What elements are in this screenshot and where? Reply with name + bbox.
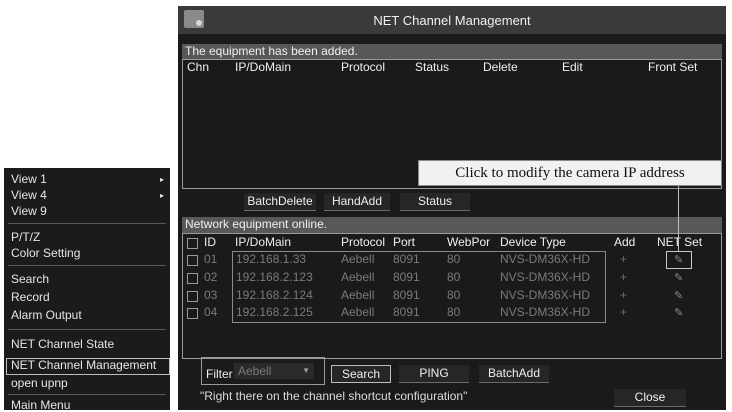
row-protocol: Aebell	[341, 288, 375, 302]
row-ip: 192.168.1.33	[236, 252, 307, 266]
net-channel-management-window: NET Channel Management The equipment has…	[178, 6, 726, 410]
row-port: 8091	[393, 252, 420, 266]
batch-add-button[interactable]: BatchAdd	[479, 365, 549, 383]
menu-divider	[8, 265, 166, 266]
menu-item-net-channel-state[interactable]: NET Channel State	[11, 337, 114, 351]
row-ip: 192.168.2.125	[236, 305, 313, 319]
menu-item-ptz[interactable]: P/T/Z	[11, 230, 40, 244]
row-device-type: NVS-DM36X-HD	[500, 252, 591, 266]
row-protocol: Aebell	[341, 305, 375, 319]
close-button[interactable]: Close	[614, 389, 686, 407]
row-checkbox[interactable]	[187, 273, 198, 284]
row-ip: 192.168.2.124	[236, 288, 313, 302]
add-icon[interactable]: +	[620, 305, 627, 319]
menu-item-record[interactable]: Record	[11, 290, 50, 304]
row-protocol: Aebell	[341, 252, 375, 266]
added-section-header: The equipment has been added.	[182, 44, 722, 60]
row-id: 01	[204, 252, 218, 266]
menu-item-net-channel-management[interactable]: NET Channel Management	[11, 358, 156, 372]
hint-text: "Right there on the channel shortcut con…	[200, 389, 468, 403]
menu-divider	[8, 329, 166, 330]
menu-divider	[8, 394, 166, 395]
menu-item-color-setting[interactable]: Color Setting	[11, 246, 80, 260]
add-icon[interactable]: +	[620, 270, 627, 284]
row-protocol: Aebell	[341, 270, 375, 284]
row-id: 03	[204, 288, 218, 302]
pencil-icon[interactable]: ✎	[674, 289, 683, 302]
search-button[interactable]: Search	[331, 365, 391, 383]
submenu-arrow-icon: ▸	[160, 191, 165, 200]
pencil-icon[interactable]: ✎	[674, 253, 683, 266]
row-port: 8091	[393, 305, 420, 319]
row-device-type: NVS-DM36X-HD	[500, 288, 591, 302]
dropdown-arrow-icon: ▼	[302, 366, 310, 375]
menu-divider	[8, 223, 166, 224]
context-menu: View 1 ▸ View 4 ▸ View 9 P/T/Z Color Set…	[4, 168, 170, 412]
row-device-type: NVS-DM36X-HD	[500, 270, 591, 284]
row-checkbox[interactable]	[187, 291, 198, 302]
add-icon[interactable]: +	[620, 252, 627, 266]
menu-item-view-4[interactable]: View 4	[11, 188, 47, 202]
row-checkbox[interactable]	[187, 308, 198, 319]
row-webport: 80	[447, 305, 461, 319]
row-id: 04	[204, 305, 218, 319]
pencil-icon[interactable]: ✎	[674, 271, 683, 284]
row-checkbox[interactable]	[187, 255, 198, 266]
annotation-callout: Click to modify the camera IP address	[418, 160, 722, 186]
filter-box: Aebell ▼	[201, 357, 325, 385]
menu-item-alarm-output[interactable]: Alarm Output	[11, 308, 82, 322]
menu-item-view-9[interactable]: View 9	[11, 204, 47, 218]
online-section-title: Network equipment online.	[185, 217, 328, 231]
row-port: 8091	[393, 270, 420, 284]
menu-item-view-1[interactable]: View 1	[11, 172, 47, 186]
added-section-title: The equipment has been added.	[185, 44, 358, 58]
row-webport: 80	[447, 252, 461, 266]
row-ip: 192.168.2.123	[236, 270, 313, 284]
ping-button[interactable]: PING	[399, 365, 469, 383]
hand-add-button[interactable]: HandAdd	[324, 193, 390, 211]
protocol-filter-select[interactable]: Aebell ▼	[234, 363, 314, 379]
row-id: 02	[204, 270, 218, 284]
callout-pointer-line	[678, 185, 679, 251]
protocol-filter-value: Aebell	[238, 364, 272, 378]
status-button[interactable]: Status	[400, 193, 470, 211]
menu-item-search[interactable]: Search	[11, 272, 49, 286]
window-title: NET Channel Management	[373, 13, 531, 28]
row-webport: 80	[447, 288, 461, 302]
title-bar: NET Channel Management	[178, 6, 726, 34]
submenu-arrow-icon: ▸	[160, 175, 165, 184]
online-section-header: Network equipment online.	[182, 217, 722, 233]
pencil-icon[interactable]: ✎	[674, 306, 683, 319]
batch-delete-button[interactable]: BatchDelete	[244, 193, 316, 211]
row-webport: 80	[447, 270, 461, 284]
row-port: 8091	[393, 288, 420, 302]
add-icon[interactable]: +	[620, 288, 627, 302]
row-device-type: NVS-DM36X-HD	[500, 305, 591, 319]
menu-item-open-upnp[interactable]: open upnp	[11, 376, 68, 390]
